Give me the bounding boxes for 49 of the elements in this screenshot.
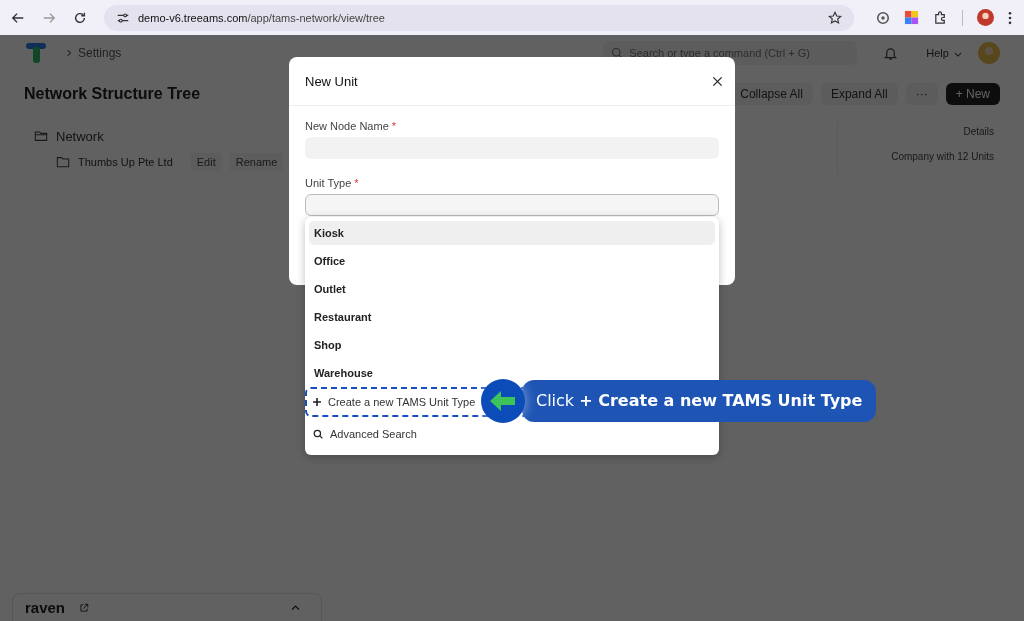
site-settings-icon[interactable] bbox=[116, 10, 130, 25]
dropdown-option[interactable]: Shop bbox=[309, 333, 715, 357]
bell-icon[interactable] bbox=[883, 45, 899, 61]
folder-icon bbox=[56, 155, 70, 169]
help-menu[interactable]: Help bbox=[920, 47, 968, 59]
field-label: New Node Name * bbox=[305, 120, 398, 132]
search-icon bbox=[313, 429, 323, 439]
tree-node[interactable]: Network bbox=[56, 128, 104, 144]
dropdown-option[interactable]: Kiosk bbox=[309, 221, 715, 245]
dropdown-option[interactable]: Office bbox=[309, 249, 715, 273]
chevron-up-icon[interactable] bbox=[290, 602, 301, 613]
field-label: Unit Type * bbox=[305, 177, 360, 189]
profile-avatar[interactable] bbox=[977, 9, 994, 26]
dropdown-option[interactable]: Outlet bbox=[309, 277, 715, 301]
search-option[interactable]: Advanced Search bbox=[305, 419, 719, 449]
dialog-title: New Unit bbox=[305, 73, 358, 89]
external-link-icon[interactable] bbox=[79, 602, 90, 613]
close-icon[interactable] bbox=[712, 75, 723, 87]
dropdown-option[interactable]: Restaurant bbox=[309, 305, 715, 329]
folder-icon bbox=[34, 129, 48, 143]
search-icon bbox=[611, 47, 624, 59]
color-grid-icon[interactable] bbox=[904, 10, 919, 25]
chevron-icon bbox=[66, 49, 72, 57]
chat-panel[interactable]: raven bbox=[12, 593, 322, 621]
callout-tooltip: Click + Create a new TAMS Unit Type bbox=[522, 380, 877, 422]
new-button[interactable]: + New bbox=[945, 83, 1000, 105]
chat-title: raven bbox=[25, 599, 66, 616]
breadcrumb-link[interactable]: Settings bbox=[78, 46, 122, 60]
caret-icon bbox=[954, 52, 962, 57]
input-field[interactable] bbox=[305, 194, 719, 216]
details-summary: Company with 12 Units bbox=[891, 151, 994, 162]
toolbar-button[interactable]: ··· bbox=[905, 83, 938, 105]
back-icon[interactable] bbox=[11, 10, 25, 25]
node-action-button[interactable]: Edit bbox=[190, 153, 222, 171]
plus-icon bbox=[313, 398, 321, 406]
toolbar-button[interactable]: Expand All bbox=[820, 83, 898, 105]
option-label: Advanced Search bbox=[330, 428, 417, 440]
page-title: Network Structure Tree bbox=[24, 85, 201, 103]
url-text: demo-v6.treeams.com/app/tams-network/view/tree bbox=[138, 11, 386, 24]
menu-icon[interactable] bbox=[1008, 10, 1012, 25]
star-icon[interactable] bbox=[828, 10, 842, 25]
details-heading: Details bbox=[963, 126, 994, 137]
puzzle-icon[interactable] bbox=[933, 10, 948, 25]
option-label: Create a new TAMS Unit Type bbox=[328, 396, 476, 408]
node-action-button[interactable]: Rename bbox=[229, 153, 284, 171]
tree-node[interactable]: Thumbs Up Pte Ltd bbox=[78, 156, 173, 168]
reload-icon[interactable] bbox=[73, 10, 87, 25]
extension-icon[interactable] bbox=[876, 10, 890, 25]
address-bar[interactable]: demo-v6.treeams.com/app/tams-network/view/tree bbox=[104, 4, 854, 31]
